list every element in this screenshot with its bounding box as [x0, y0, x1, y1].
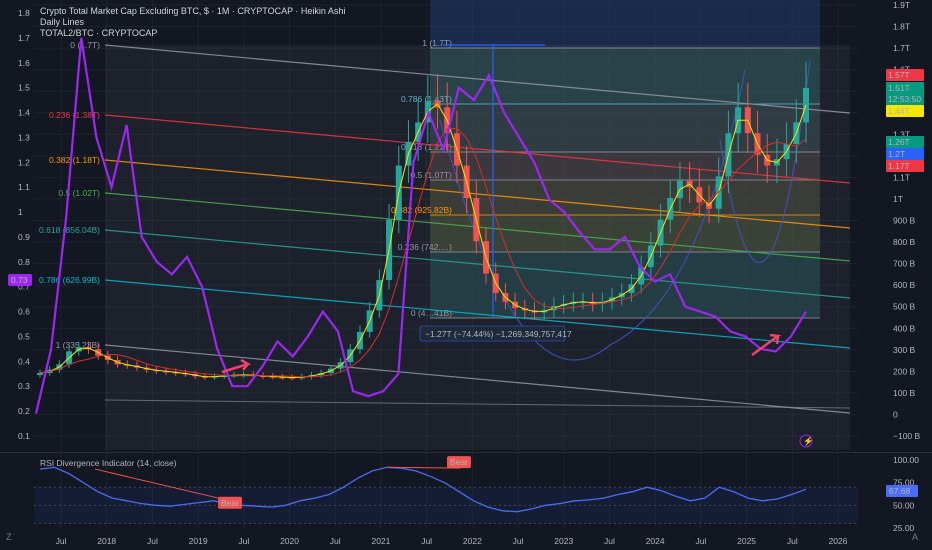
right-axis-tick-label: 1.7T	[893, 43, 910, 53]
chart: Jul 2018 Jul 2019 Jul 2020 Jul 2021 Jul 2022 Jul 20…	[0, 0, 932, 550]
lightning-glyph: ⚡	[803, 436, 814, 447]
fib-channel-label: 0.382 (1.18T)	[49, 155, 100, 165]
right-axis-tick-label: 500 B	[893, 302, 916, 312]
left-axis-tick-label: 0.8	[18, 257, 30, 267]
x-tick-label: 2026	[829, 536, 848, 546]
x-tick-label: 2021	[371, 536, 390, 546]
price-label: 12:53:50	[888, 94, 921, 104]
x-tick-label: Jul	[787, 536, 798, 546]
x-tick-label: 2023	[554, 536, 573, 546]
right-axis-tick-label: 1.1T	[893, 172, 910, 182]
right-axis-tick-label: 900 B	[893, 216, 916, 226]
left-axis-tick-label: 0.5	[18, 331, 30, 341]
x-tick-label: Jul	[147, 536, 158, 546]
left-axis-tick-label: 1.3	[18, 132, 30, 142]
x-tick-label: Jul	[56, 536, 67, 546]
x-tick-label: 2025	[737, 536, 756, 546]
bear-label: Bear	[221, 498, 239, 508]
fib-channel-label: 0.5 (1.02T)	[58, 188, 100, 198]
left-axis-tick-label: 1.7	[18, 33, 30, 43]
left-axis-tick-label: 0.4	[18, 356, 30, 366]
rsi-title: RSI Divergence Indicator (14, close)	[40, 458, 177, 468]
right-axis-tick-label: 1.9T	[893, 0, 910, 10]
price-label: 1.17T	[888, 161, 910, 171]
rsi-axis-tick: 100.00	[893, 455, 919, 465]
zoom-icon[interactable]: Z	[6, 532, 12, 542]
left-axis-tick-label: 1.8	[18, 8, 30, 18]
left-axis-tick-label: 0.9	[18, 232, 30, 242]
candle-body	[37, 372, 43, 376]
rsi-axis-tick: 50.00	[893, 500, 915, 510]
fib-retracement-label: 0.5 (1.07T)	[410, 170, 452, 180]
right-axis-tick-label: 300 B	[893, 345, 916, 355]
fib-channel-label: 0.618 (856.04B)	[39, 225, 100, 235]
left-axis-marker: 0.73	[11, 275, 28, 285]
right-axis-tick-label: 1.8T	[893, 22, 910, 32]
right-axis-tick-label: 100 B	[893, 388, 916, 398]
x-tick-label: 2020	[280, 536, 299, 546]
left-axis-tick-label: 0.3	[18, 381, 30, 391]
chart-subtitle-symbol: TOTAL2/BTC · CRYPTOCAP	[40, 28, 158, 38]
rsi-current-value: 67.68	[889, 486, 911, 496]
left-axis-tick-label: 1.4	[18, 108, 30, 118]
x-tick-label: Jul	[513, 536, 524, 546]
price-label: 1.26T	[888, 137, 910, 147]
bear-label: Bear	[450, 457, 468, 467]
price-label: 1.2T	[888, 149, 905, 159]
left-axis-tick-label: 1.2	[18, 157, 30, 167]
right-axis-tick-label: 0	[893, 409, 898, 419]
left-axis-tick-label: 0.2	[18, 406, 30, 416]
fib-retracement-zone	[430, 152, 820, 180]
fib-retracement-label: 1 (1.7T)	[422, 38, 452, 48]
chart-subtitle-daily-lines: Daily Lines	[40, 17, 85, 27]
left-axis-tick-label: 1.6	[18, 58, 30, 68]
x-tick-label: Jul	[330, 536, 341, 546]
left-axis-tick-label: 1.1	[18, 182, 30, 192]
left-axis-tick-label: 1.5	[18, 83, 30, 93]
right-axis-tick-label: 800 B	[893, 237, 916, 247]
fib-retracement-zone	[430, 180, 820, 215]
right-axis-tick-label: −100 B	[893, 431, 921, 441]
price-label: 1.44T	[888, 106, 910, 116]
x-tick-label: 2024	[646, 536, 665, 546]
measure-label: −1.27T (−74.44%) −1,269,349,757,417	[425, 329, 572, 339]
chart-title: Crypto Total Market Cap Excluding BTC, $…	[40, 6, 346, 16]
fib-channel-label: 0 (1.7T)	[70, 40, 100, 50]
right-axis-tick-label: 400 B	[893, 323, 916, 333]
auto-scale-icon[interactable]: A	[912, 532, 918, 542]
x-tick-label: Jul	[604, 536, 615, 546]
x-tick-label: 2019	[189, 536, 208, 546]
left-axis-tick-label: 0.6	[18, 307, 30, 317]
fib-retracement-zone	[430, 104, 820, 152]
highlight-zone-top	[430, 0, 820, 48]
left-axis-tick-label: 0.1	[18, 431, 30, 441]
left-axis-tick-label: 1	[18, 207, 23, 217]
right-axis-tick-label: 600 B	[893, 280, 916, 290]
x-tick-label: 2022	[463, 536, 482, 546]
price-label: 1.51T	[888, 83, 910, 93]
x-tick-label: Jul	[238, 536, 249, 546]
x-tick-label: Jul	[421, 536, 432, 546]
x-tick-label: Jul	[695, 536, 706, 546]
price-label: 1.57T	[888, 70, 910, 80]
x-tick-label: 2018	[97, 536, 116, 546]
right-axis-tick-label: 200 B	[893, 366, 916, 376]
right-axis-tick-label: 1T	[893, 194, 903, 204]
fib-channel-label: 0.786 (626.99B)	[39, 275, 100, 285]
right-axis-tick-label: 700 B	[893, 259, 916, 269]
